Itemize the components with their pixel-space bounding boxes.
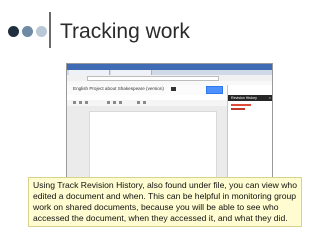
decorative-dots — [8, 25, 48, 39]
revision-entry[interactable] — [231, 108, 245, 110]
revision-entry[interactable] — [231, 104, 251, 106]
caption-box: Using Track Revision History, also found… — [28, 177, 302, 227]
close-icon[interactable]: × — [269, 95, 271, 101]
italic-icon[interactable] — [113, 101, 116, 104]
print-icon[interactable] — [73, 101, 76, 104]
redo-icon[interactable] — [85, 101, 88, 104]
folder-icon[interactable] — [171, 87, 176, 91]
share-button[interactable] — [206, 86, 223, 94]
underline-icon[interactable] — [119, 101, 122, 104]
list-icon[interactable] — [137, 101, 140, 104]
doc-title[interactable]: English Project about Shakespeare (versi… — [73, 86, 164, 91]
align-icon[interactable] — [143, 101, 146, 104]
revision-panel-header: Revision History × — [228, 95, 272, 101]
dot-mid — [22, 26, 33, 37]
bold-icon[interactable] — [107, 101, 110, 104]
dot-light — [36, 26, 47, 37]
dot-dark — [8, 26, 19, 37]
slide-title: Tracking work — [60, 20, 190, 43]
undo-icon[interactable] — [79, 101, 82, 104]
title-divider — [49, 12, 51, 48]
revision-panel-title: Revision History — [231, 96, 257, 100]
